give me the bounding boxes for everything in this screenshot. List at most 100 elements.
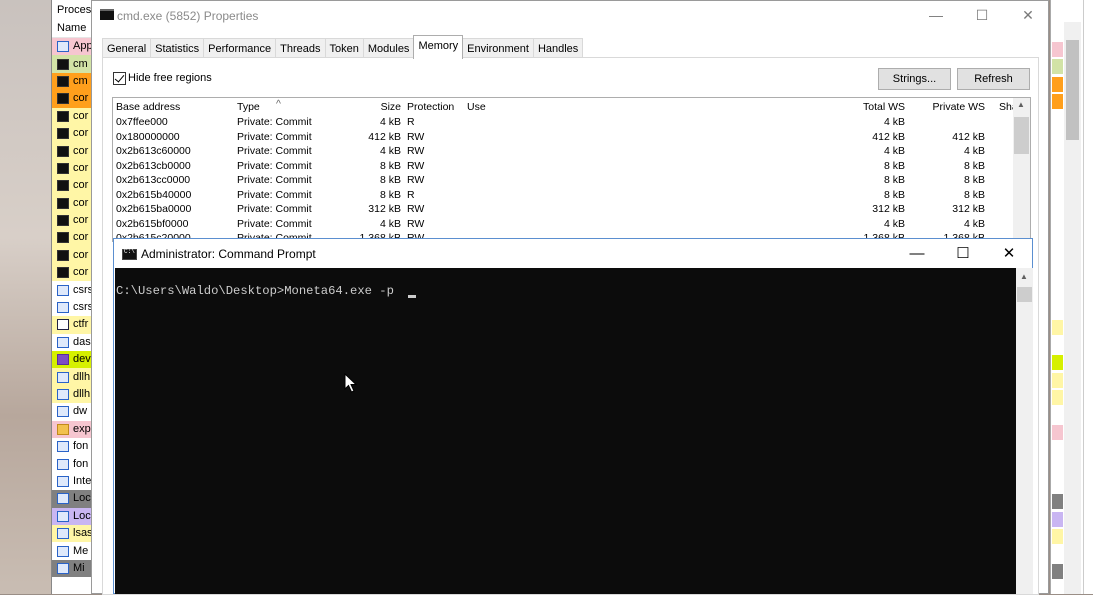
memory-regions-list[interactable]: Base address Type ^ Size Protection Use … (112, 97, 1031, 242)
tab-statistics[interactable]: Statistics (150, 38, 205, 59)
table-row[interactable]: 0x2b613cc0000 Private: Commit 8 kB RW 8 kB 8 … (113, 174, 1013, 189)
cell-size: 8 kB (379, 174, 401, 186)
tab-performance[interactable]: Performance (203, 38, 277, 59)
tab-general[interactable]: General (102, 38, 152, 59)
list-scrollbar-thumb[interactable] (1014, 117, 1029, 154)
process-row[interactable]: dev (52, 351, 92, 369)
tab-threads[interactable]: Threads (275, 38, 326, 59)
close-icon[interactable]: ✕ (1005, 1, 1051, 31)
tab-token[interactable]: Token (324, 38, 364, 59)
process-row[interactable]: cor (52, 90, 92, 108)
tab-modules[interactable]: Modules (362, 38, 415, 59)
process-row[interactable]: Me (52, 542, 92, 560)
process-name-column-header[interactable]: Name (52, 20, 92, 38)
process-row[interactable]: cor (52, 124, 92, 143)
cell-type: Private: Commit (237, 217, 312, 230)
app-icon (57, 41, 69, 53)
process-row[interactable]: csrs (52, 298, 92, 317)
process-row[interactable]: cor (52, 142, 92, 160)
background-row-color (1052, 511, 1063, 527)
notepad-icon (57, 319, 69, 331)
table-row[interactable]: 0x2b615b40000 Private: Commit 8 kB R 8 kB 8 k… (113, 189, 1013, 204)
process-row[interactable]: cm (52, 55, 92, 73)
background-row-color (1052, 146, 1063, 162)
properties-title-bar[interactable]: cmd.exe (5852) Properties — ☐ ✕ (92, 1, 1048, 31)
process-row[interactable]: fon (52, 455, 92, 473)
process-name: cor (73, 179, 89, 192)
column-size[interactable]: Size (343, 101, 401, 113)
hide-free-regions-checkbox[interactable] (113, 72, 126, 85)
cell-protection: RW (407, 130, 425, 143)
process-row[interactable]: Inte (52, 472, 92, 491)
process-row[interactable]: ctfr (52, 316, 92, 334)
process-name: cor (73, 161, 89, 174)
process-row[interactable]: csrs (52, 281, 92, 299)
process-row[interactable]: Mi (52, 559, 92, 578)
process-row[interactable]: cor (52, 177, 92, 195)
table-row[interactable]: 0x2b613c60000 Private: Commit 4 kB RW 4 kB 4 … (113, 145, 1013, 160)
process-row[interactable]: cor (52, 229, 92, 247)
background-row-color (1052, 181, 1063, 197)
console-scrollbar-thumb[interactable] (1017, 287, 1032, 302)
process-row[interactable]: cor (52, 246, 92, 265)
process-row[interactable]: dw (52, 403, 92, 421)
process-name: cor (73, 109, 89, 122)
strings-button[interactable]: Strings... (878, 68, 951, 90)
close-icon[interactable]: ✕ (986, 239, 1032, 268)
refresh-button[interactable]: Refresh (957, 68, 1030, 90)
background-row-color (1052, 372, 1063, 388)
cell-base: 0x2b613c60000 (116, 145, 191, 157)
process-name: Loc (73, 509, 91, 522)
process-name: cor (73, 248, 89, 261)
process-row[interactable]: das (52, 333, 92, 352)
minimize-icon[interactable]: — (894, 239, 940, 268)
tab-environment[interactable]: Environment (462, 38, 534, 59)
table-row[interactable]: 0x2b615ba0000 Private: Commit 312 kB RW 312 … (113, 203, 1013, 218)
process-row[interactable]: cor (52, 194, 92, 212)
process-row[interactable]: dllh (52, 368, 92, 386)
folder-icon (57, 423, 69, 435)
column-type[interactable]: Type (237, 101, 260, 113)
maximize-icon[interactable]: ☐ (959, 1, 1005, 31)
console-scrollbar[interactable]: ▲ (1016, 268, 1033, 594)
scroll-up-icon[interactable]: ▲ (1017, 100, 1025, 109)
minimize-icon[interactable]: — (913, 1, 959, 31)
process-row[interactable]: App (52, 38, 92, 56)
process-row[interactable]: cor (52, 264, 92, 282)
process-row[interactable]: Loc (52, 507, 92, 525)
process-row[interactable]: cor (52, 107, 92, 125)
column-total-ws[interactable]: Total WS (833, 101, 905, 113)
tab-memory[interactable]: Memory (413, 35, 464, 59)
process-row[interactable]: exp (52, 420, 92, 438)
process-row[interactable]: cor (52, 159, 92, 178)
process-row[interactable]: fon (52, 437, 92, 456)
process-row[interactable]: cor (52, 211, 92, 230)
console-area[interactable]: C:\Users\Waldo\Desktop>Moneta64.exe -p (115, 268, 1016, 594)
table-row[interactable]: 0x7ffee000 Private: Commit 4 kB R 4 kB (113, 116, 1013, 131)
process-explorer-title: Proces (52, 0, 92, 20)
maximize-icon[interactable]: ☐ (940, 239, 986, 268)
hide-free-regions-label[interactable]: Hide free regions (128, 72, 212, 84)
process-row[interactable]: cm (52, 72, 92, 91)
process-row[interactable]: dllh (52, 385, 92, 404)
column-use[interactable]: Use (467, 101, 486, 113)
scroll-up-icon[interactable]: ▲ (1020, 272, 1028, 281)
list-scrollbar[interactable]: ▲ (1013, 98, 1030, 241)
column-base-address[interactable]: Base address (116, 101, 180, 113)
background-scrollbar-thumb[interactable] (1066, 40, 1079, 140)
app-icon (57, 545, 69, 557)
cell-total-ws: 312 kB (872, 203, 905, 215)
table-row[interactable]: 0x180000000 Private: Commit 412 kB RW 412 kB… (113, 131, 1013, 146)
process-row[interactable]: Loc (52, 490, 92, 508)
process-row[interactable]: lsas (52, 524, 92, 543)
table-row[interactable]: 0x2b615bf0000 Private: Commit 4 kB RW 4 kB 4 … (113, 218, 1013, 233)
console-icon (57, 93, 69, 105)
process-name: dllh (73, 388, 91, 400)
command-prompt-title-bar[interactable]: Administrator: Command Prompt — ☐ ✕ (114, 239, 1032, 268)
tab-handles[interactable]: Handles (532, 38, 584, 59)
column-private-ws[interactable]: Private WS (913, 101, 985, 113)
background-row-color (1052, 42, 1063, 57)
background-row-color (1052, 390, 1063, 405)
column-protection[interactable]: Protection (407, 101, 454, 113)
table-row[interactable]: 0x2b613cb0000 Private: Commit 8 kB RW 8 kB 8 … (113, 160, 1013, 175)
